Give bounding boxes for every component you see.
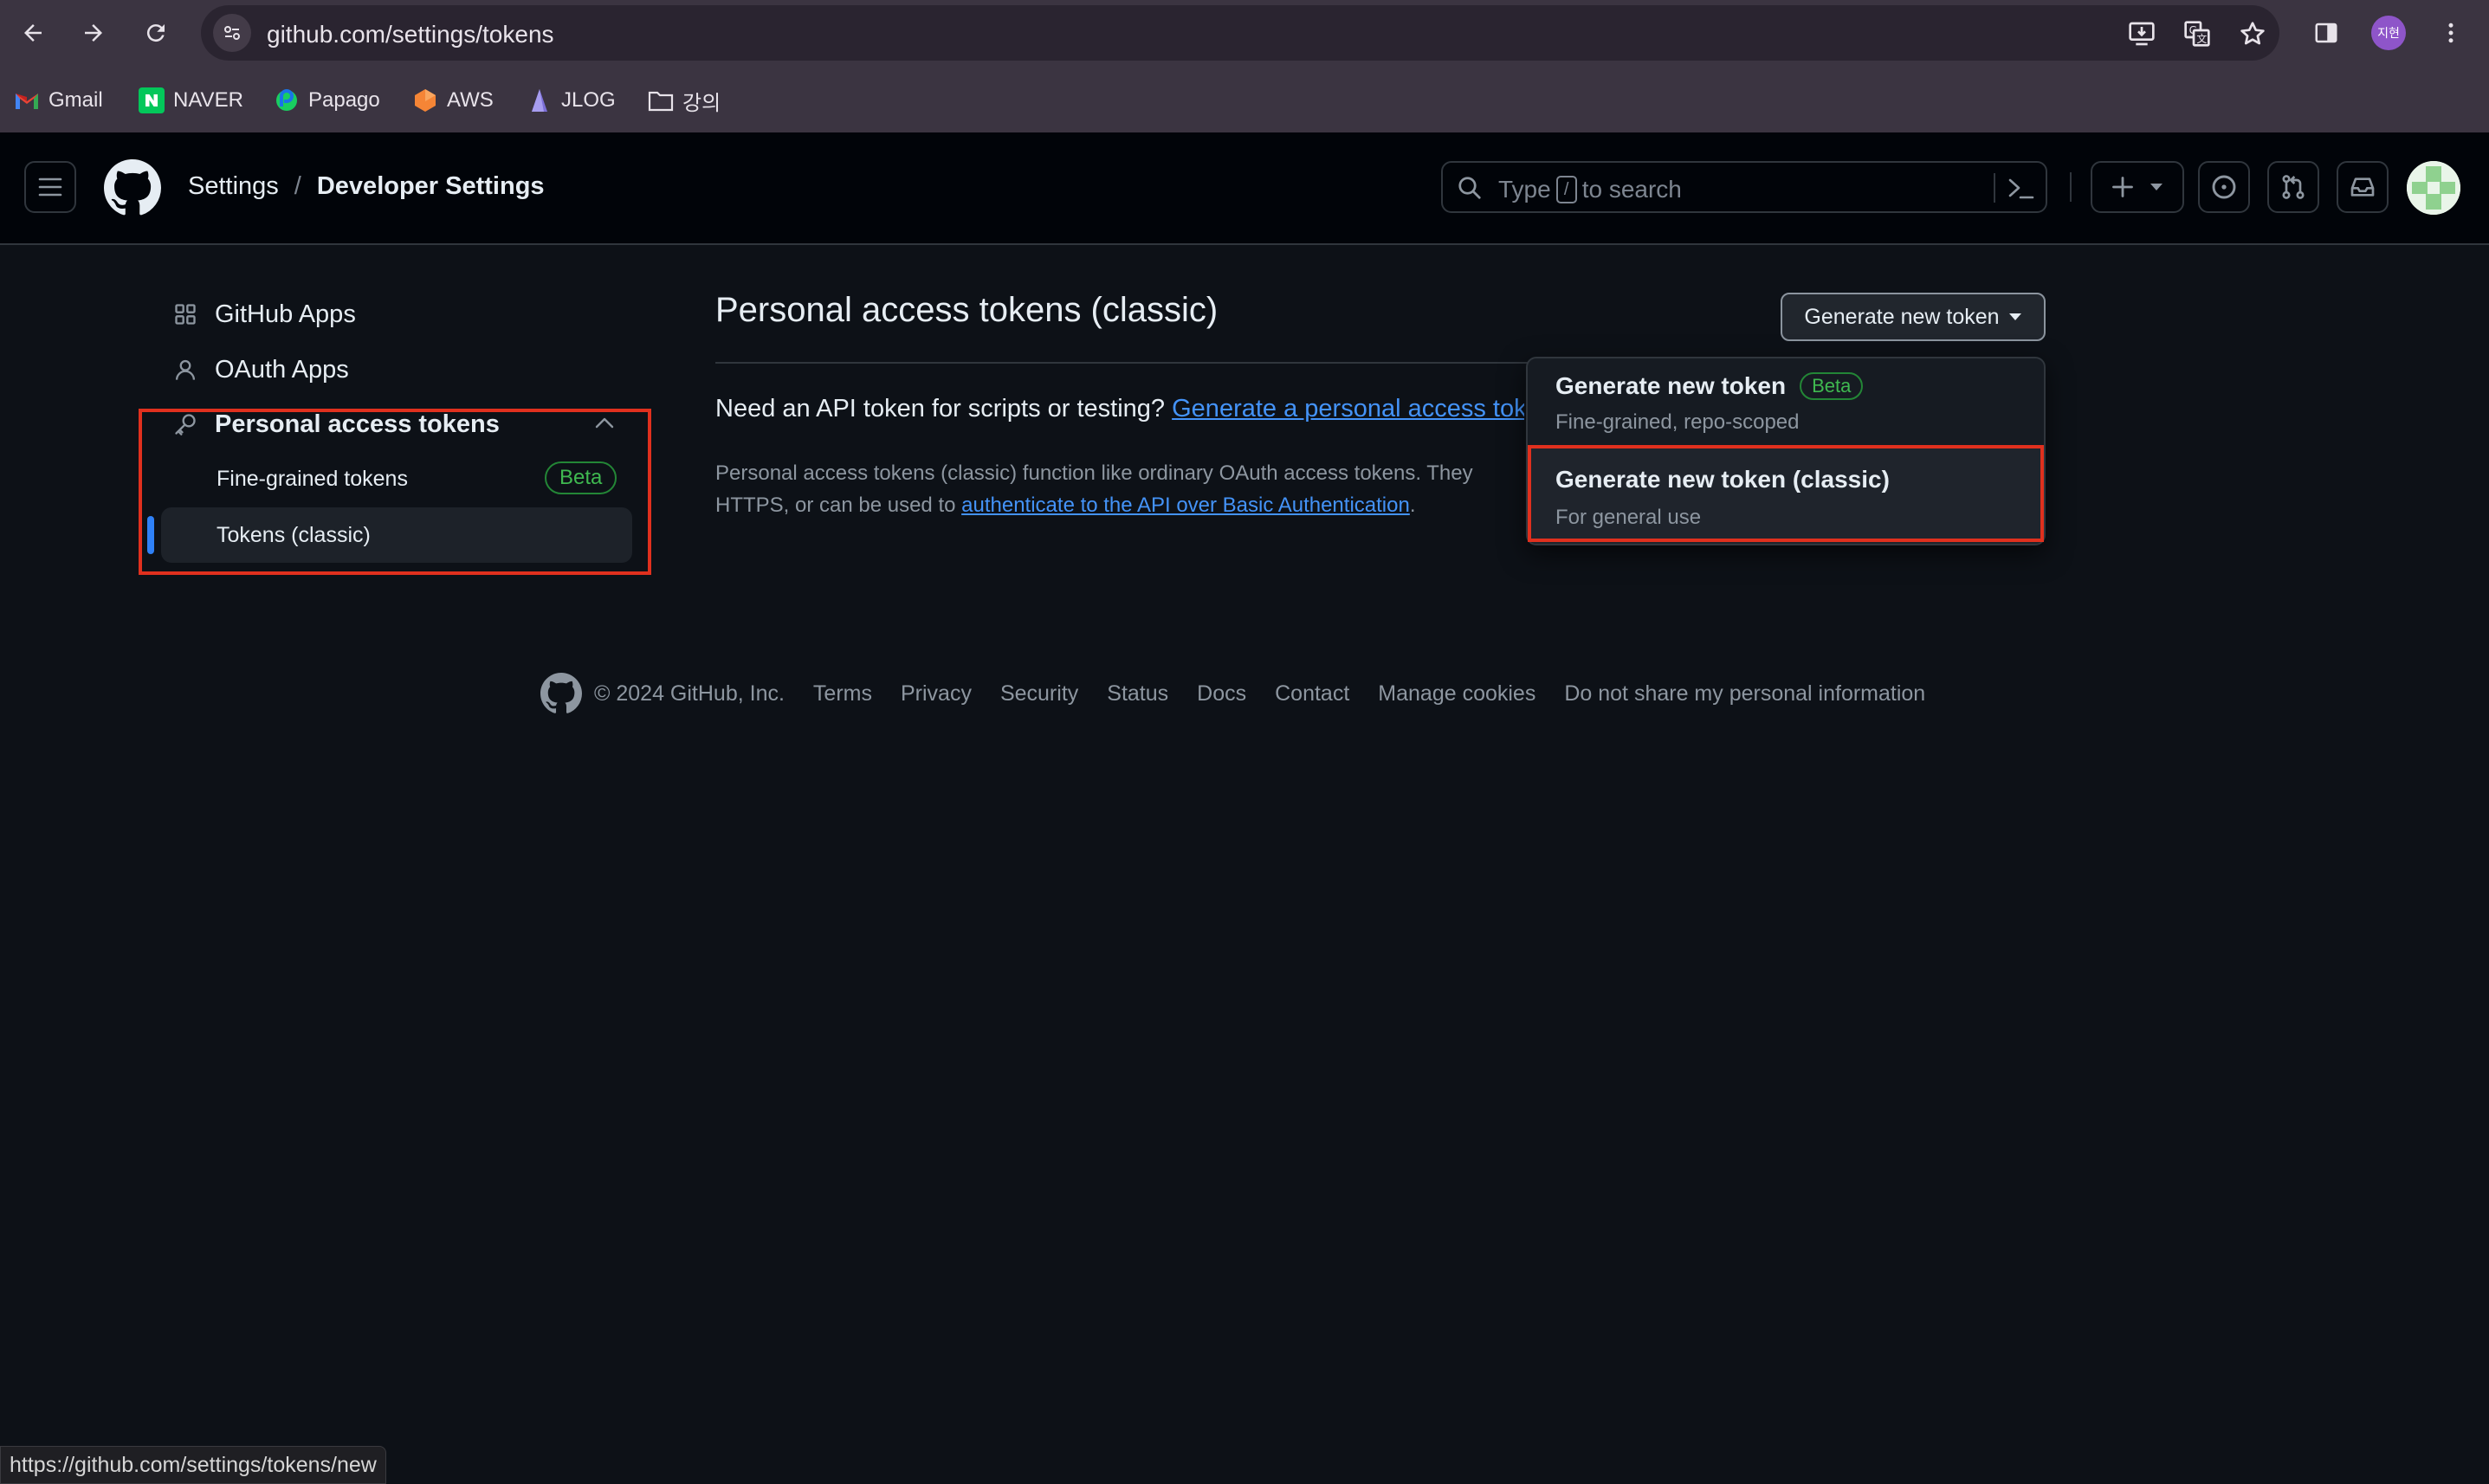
description-line1: Personal access tokens (classic) functio… <box>715 461 1473 485</box>
create-new-button[interactable] <box>2091 161 2184 213</box>
gmail-icon <box>14 87 40 113</box>
user-avatar[interactable] <box>2407 161 2460 215</box>
back-button[interactable] <box>14 14 52 52</box>
reload-icon <box>146 24 165 42</box>
bookmark-label: Papago <box>308 88 380 112</box>
sidebar-item-github-apps[interactable]: GitHub Apps <box>173 293 356 336</box>
sidebar-item-oauth-apps[interactable]: OAuth Apps <box>173 348 349 391</box>
github-logo-icon[interactable] <box>104 159 161 216</box>
url-text: github.com/settings/tokens <box>267 21 554 48</box>
svg-text:文: 文 <box>2196 32 2207 45</box>
generate-button-label: Generate new token <box>1804 304 2000 329</box>
generate-new-token-button[interactable]: Generate new token <box>1781 293 2046 341</box>
sidebar-item-label: GitHub Apps <box>215 300 356 328</box>
basic-auth-link[interactable]: authenticate to the API over Basic Authe… <box>961 494 1410 517</box>
search-input[interactable]: Type / to search <box>1441 161 2047 213</box>
aws-icon <box>412 87 438 113</box>
search-placeholder: Type / to search <box>1498 176 1682 203</box>
github-mark-icon[interactable] <box>540 673 582 714</box>
highlight-box-classic <box>1528 445 2044 542</box>
menu-item-title: Generate new token <box>1555 372 1787 399</box>
hamburger-menu-button[interactable] <box>24 161 76 213</box>
highlight-box-sidebar <box>139 409 651 575</box>
beta-badge: Beta <box>1800 372 1864 400</box>
site-info-icon[interactable] <box>213 14 251 52</box>
footer-link-manage-cookies[interactable]: Manage cookies <box>1378 681 1535 707</box>
footer-link-do-not-share[interactable]: Do not share my personal information <box>1564 681 1925 707</box>
bookmark-label: 강의 <box>682 90 721 115</box>
side-panel-icon[interactable] <box>2307 14 2345 52</box>
bookmark-jlog[interactable]: JLOG <box>527 85 616 116</box>
bookmark-star-icon[interactable] <box>2236 17 2269 50</box>
copyright: © 2024 GitHub, Inc. <box>594 681 785 706</box>
breadcrumb: Settings / Developer Settings <box>188 172 545 201</box>
search-shortcut-key: / <box>1555 176 1577 203</box>
bookmark-label: AWS <box>447 88 494 112</box>
bookmark-label: NAVER <box>173 88 243 112</box>
apps-grid-icon <box>175 304 196 325</box>
bookmark-naver[interactable]: NAVER <box>139 85 243 116</box>
issues-button[interactable] <box>2198 161 2250 213</box>
bookmark-label: JLOG <box>561 88 616 112</box>
sidebar-item-label: OAuth Apps <box>215 355 349 384</box>
api-token-prompt: Need an API token for scripts or testing… <box>715 395 1524 423</box>
footer-link-security[interactable]: Security <box>1000 681 1078 707</box>
pull-request-icon <box>2282 175 2305 199</box>
footer-link-docs[interactable]: Docs <box>1197 681 1246 707</box>
footer-link-contact[interactable]: Contact <box>1275 681 1349 707</box>
arrow-right-icon <box>85 24 102 42</box>
issue-icon <box>2212 175 2236 199</box>
address-bar[interactable]: github.com/settings/tokens G文 <box>201 5 2279 61</box>
github-header: Settings / Developer Settings Type / to … <box>0 132 2489 245</box>
reload-button[interactable] <box>137 14 175 52</box>
description: Personal access tokens (classic) functio… <box>715 457 1524 521</box>
footer: © 2024 GitHub, Inc. Terms Privacy Securi… <box>540 672 1925 715</box>
footer-link-privacy[interactable]: Privacy <box>901 681 972 707</box>
papago-icon <box>274 87 300 113</box>
description-line2: HTTPS, or can be used to authenticate to… <box>715 494 1416 517</box>
footer-link-status[interactable]: Status <box>1107 681 1168 707</box>
bookmark-label: Gmail <box>48 88 103 112</box>
footer-link-terms[interactable]: Terms <box>813 681 872 707</box>
breadcrumb-settings[interactable]: Settings <box>188 172 279 201</box>
more-menu-icon[interactable] <box>2432 14 2470 52</box>
pull-requests-button[interactable] <box>2267 161 2319 213</box>
folder-icon <box>648 87 674 113</box>
breadcrumb-developer-settings[interactable]: Developer Settings <box>317 172 545 201</box>
profile-avatar[interactable]: 지현 <box>2371 16 2406 50</box>
arrow-left-icon <box>24 24 42 42</box>
install-app-icon[interactable] <box>2125 17 2158 50</box>
caret-down-icon <box>2150 184 2163 190</box>
bookmark-folder[interactable]: 강의 <box>648 85 721 116</box>
bookmark-gmail[interactable]: Gmail <box>14 85 103 116</box>
search-icon <box>1458 177 1481 199</box>
caret-down-icon <box>2008 313 2021 320</box>
menu-item-generate-fine-grained[interactable]: Generate new token Beta Fine-grained, re… <box>1528 358 2044 448</box>
generate-token-link[interactable]: Generate a personal access tok <box>1172 395 1524 423</box>
jlog-icon <box>527 87 553 113</box>
link-status-bar: https://github.com/settings/tokens/new <box>0 1446 386 1484</box>
forward-button[interactable] <box>74 14 113 52</box>
inbox-button[interactable] <box>2337 161 2389 213</box>
breadcrumb-separator: / <box>294 172 301 200</box>
command-palette-icon[interactable] <box>2007 177 2035 201</box>
bookmark-aws[interactable]: AWS <box>412 85 494 116</box>
page-title: Personal access tokens (classic) <box>715 291 1219 329</box>
naver-icon <box>139 87 165 113</box>
bookmarks-bar: Gmail NAVER Papago AWS JLOG 강의 <box>0 78 2489 123</box>
menu-item-subtitle: Fine-grained, repo-scoped <box>1555 410 1800 434</box>
hamburger-icon <box>38 177 62 197</box>
translate-icon[interactable]: G文 <box>2181 17 2214 50</box>
person-icon <box>175 359 196 380</box>
bookmark-papago[interactable]: Papago <box>274 85 380 116</box>
plus-icon <box>2112 177 2133 197</box>
browser-chrome: github.com/settings/tokens G文 지현 Gmail N… <box>0 0 2489 132</box>
inbox-icon <box>2350 177 2375 197</box>
